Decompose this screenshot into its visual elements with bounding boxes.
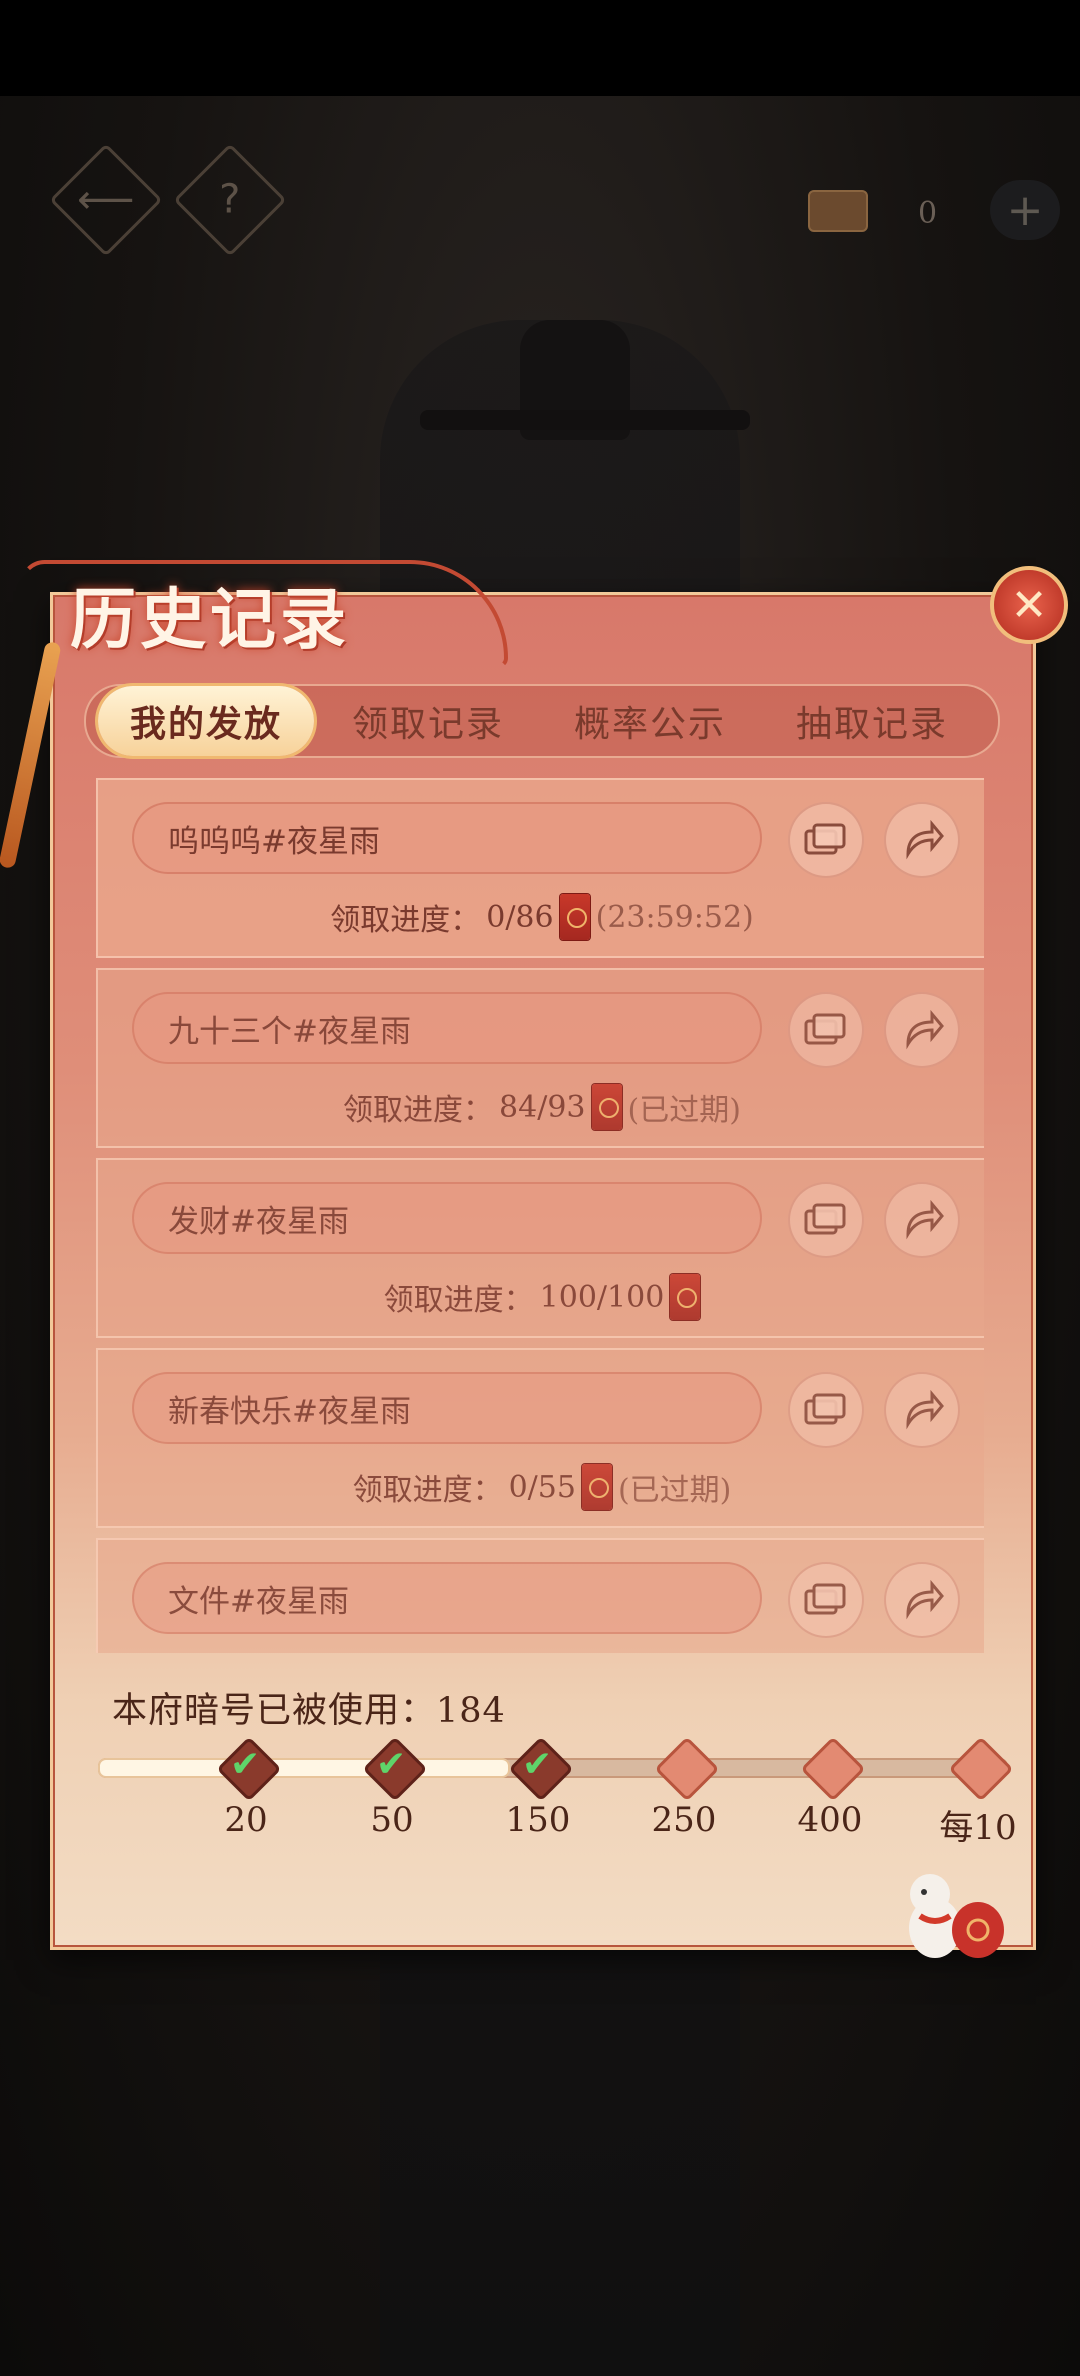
list-item: 九十三个#夜星雨 领取进度： 84/93 (已过期) (96, 968, 984, 1148)
question-icon: ? (219, 176, 241, 223)
share-arrow-icon (906, 1199, 944, 1240)
tab-probability[interactable]: 概率公示 (542, 686, 758, 756)
status-bar-area (0, 0, 1080, 96)
progress-count: 0/86 (486, 899, 554, 935)
list-item: 新春快乐#夜星雨 领取进度： 0/55 (已过期) (96, 1348, 984, 1528)
list-item: 呜呜呜#夜星雨 领取进度： 0/86 (23:59:52) (96, 778, 984, 958)
progress-label: 领取进度： (343, 1093, 494, 1128)
add-currency-button[interactable]: + (990, 180, 1060, 240)
record-list[interactable]: 呜呜呜#夜星雨 领取进度： 0/86 (23:59:52) 九十三个#夜星雨 领… (96, 778, 984, 1653)
record-name: 九十三个#夜星雨 (132, 992, 762, 1064)
tab-draw-records[interactable]: 抽取记录 (764, 686, 980, 756)
milestone-label: 50 (370, 1800, 414, 1840)
milestone-track-fill (98, 1758, 510, 1778)
tab-my-distribution[interactable]: 我的发放 (98, 686, 314, 756)
close-button[interactable]: ✕ (990, 566, 1068, 644)
mascot-icon (909, 1874, 1004, 1958)
share-arrow-icon (906, 1579, 944, 1620)
copy-button[interactable] (788, 1372, 864, 1448)
red-envelope-icon (591, 1084, 622, 1130)
claim-progress: 领取进度： 84/93 (已过期) (98, 1082, 984, 1132)
progress-status: (已过期) (617, 1473, 732, 1508)
share-arrow-icon (906, 819, 944, 860)
list-item: 发财#夜星雨 领取进度： 100/100 (96, 1158, 984, 1338)
copy-icon (804, 1393, 846, 1425)
help-button[interactable]: ? (173, 143, 287, 257)
tab-claim-records[interactable]: 领取记录 (320, 686, 536, 756)
share-button[interactable] (884, 1562, 960, 1638)
progress-count: 100/100 (539, 1279, 665, 1315)
copy-icon (804, 1203, 846, 1235)
list-item: 文件#夜星雨 (96, 1538, 984, 1653)
record-name: 新春快乐#夜星雨 (132, 1372, 762, 1444)
record-name: 发财#夜星雨 (132, 1182, 762, 1254)
milestone-label: 20 (224, 1800, 268, 1840)
copy-button[interactable] (788, 1182, 864, 1258)
red-envelope-icon (670, 1274, 701, 1320)
background-hat-brim (420, 410, 750, 430)
usage-count-label: 本府暗号已被使用：184 (112, 1691, 506, 1731)
checkmark-icon: ✔ (376, 1744, 407, 1785)
copy-icon (804, 823, 846, 855)
red-envelope-icon (559, 894, 590, 940)
copy-icon (804, 1583, 846, 1615)
share-button[interactable] (884, 802, 960, 878)
share-button[interactable] (884, 1372, 960, 1448)
progress-status: (23:59:52) (595, 899, 754, 935)
panel-title: 历史记录 (70, 580, 350, 658)
milestone-label: 250 (651, 1800, 717, 1840)
progress-label: 领取进度： (352, 1473, 503, 1508)
progress-count: 0/55 (508, 1469, 576, 1505)
mascot-with-lucky-bag[interactable] (900, 1866, 1010, 1966)
progress-label: 领取进度： (383, 1283, 534, 1318)
currency-chest-icon (808, 190, 868, 232)
close-icon: ✕ (1010, 579, 1048, 631)
back-arrow-icon: ⟵ (77, 177, 135, 223)
copy-button[interactable] (788, 992, 864, 1068)
share-arrow-icon (906, 1389, 944, 1430)
record-name: 文件#夜星雨 (132, 1562, 762, 1634)
back-button[interactable]: ⟵ (49, 143, 163, 257)
share-arrow-icon (906, 1009, 944, 1050)
checkmark-icon: ✔ (522, 1744, 553, 1785)
progress-status: (已过期) (627, 1093, 741, 1128)
copy-icon (804, 1013, 846, 1045)
record-name: 呜呜呜#夜星雨 (132, 802, 762, 874)
copy-button[interactable] (788, 802, 864, 878)
milestone-label: 每10 (939, 1808, 1017, 1848)
tab-bar: 我的发放 领取记录 概率公示 抽取记录 (84, 684, 1000, 758)
claim-progress: 领取进度： 100/100 (98, 1272, 984, 1322)
copy-button[interactable] (788, 1562, 864, 1638)
milestone-label: 400 (797, 1800, 863, 1840)
checkmark-icon: ✔ (230, 1744, 261, 1785)
claim-progress: 领取进度： 0/55 (已过期) (98, 1462, 984, 1512)
milestone-label: 150 (505, 1800, 571, 1840)
progress-count: 84/93 (499, 1089, 586, 1125)
red-envelope-icon (581, 1464, 612, 1510)
share-button[interactable] (884, 1182, 960, 1258)
screen: ⟵ ? 0 + 历史记录 ✕ 我的发放 领取记录 概率公示 抽取记录 呜呜呜#夜… (0, 0, 1080, 2376)
share-button[interactable] (884, 992, 960, 1068)
currency-count: 0 (918, 196, 938, 231)
progress-label: 领取进度： (330, 903, 481, 938)
claim-progress: 领取进度： 0/86 (23:59:52) (98, 892, 984, 942)
